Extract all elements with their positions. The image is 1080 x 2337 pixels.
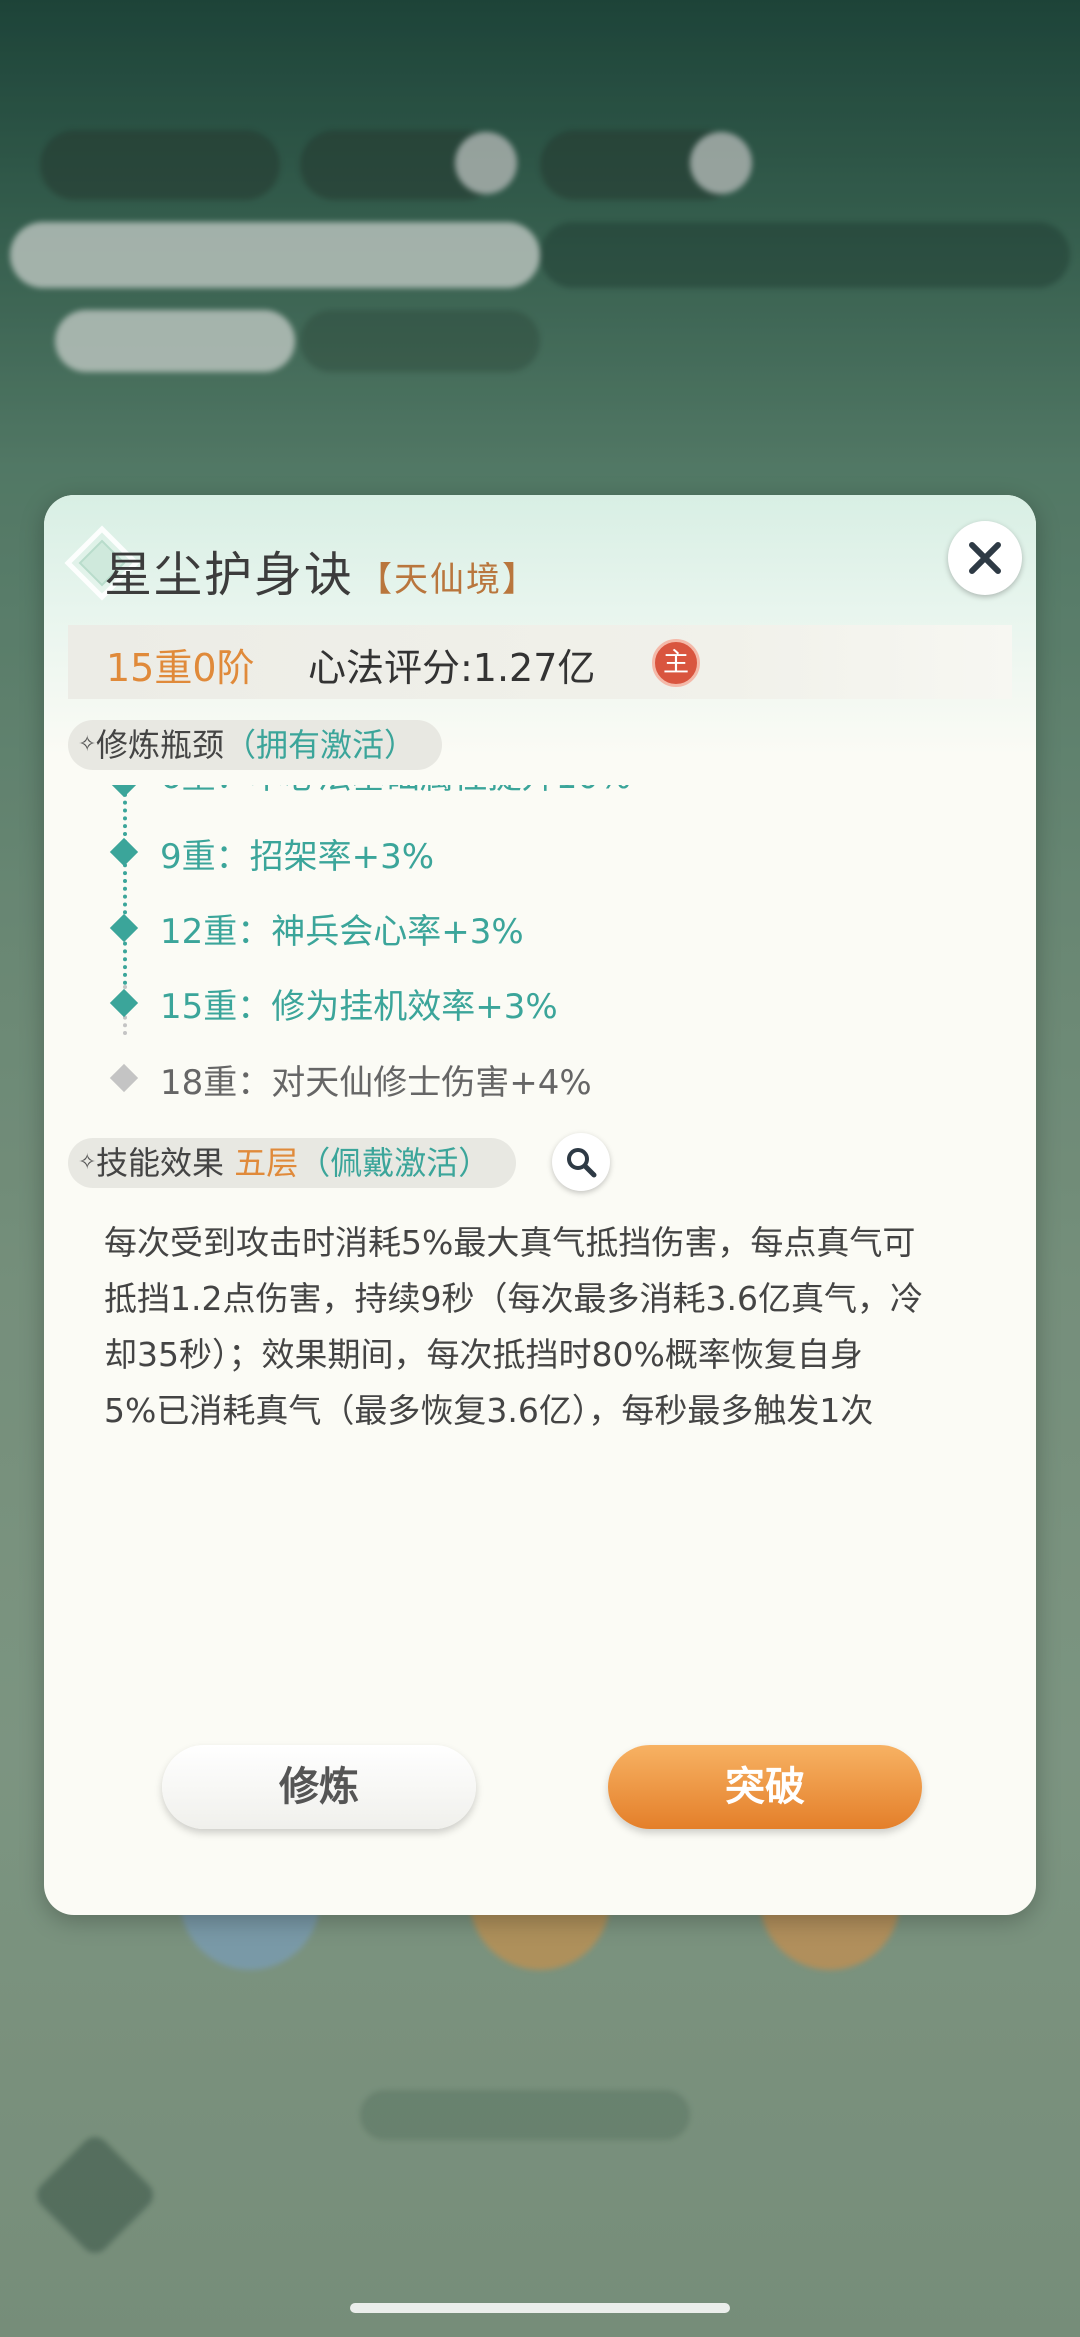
skill-label: 技能效果 (96, 1144, 225, 1182)
milestone-node (109, 837, 139, 867)
search-icon (567, 1148, 597, 1178)
description-line: 却35秒）；效果期间，每次抵挡时80%概率恢复自身 (104, 1335, 863, 1374)
milestone-node (109, 913, 139, 943)
skill-detail-button[interactable] (552, 1133, 610, 1191)
technique-level: 15重0阶 (106, 646, 255, 690)
description-line: 抵挡1.2点伤害，持续9秒（每次最多消耗3.6亿真气，冷 (104, 1279, 923, 1318)
bottleneck-section-header: ✧ 修炼瓶颈（拥有激活） (68, 720, 443, 770)
skill-layer: 五层 (234, 1144, 299, 1182)
milestone-item-locked: 18重：对天仙修士伤害+4% (160, 1063, 592, 1103)
milestone-item: 15重：修为挂机效率+3% (160, 987, 558, 1027)
milestone-node (109, 988, 139, 1018)
milestone-node (109, 785, 139, 798)
bottleneck-status: （拥有激活） (224, 726, 417, 764)
realm-label: 【天仙境】 (358, 560, 539, 600)
sparkle-icon: ✧ (78, 732, 97, 757)
skill-description: 每次受到攻击时消耗5%最大真气抵挡伤害，每点真气可 抵挡1.2点伤害，持续9秒（… (104, 1215, 1004, 1439)
milestone-node-locked (109, 1063, 139, 1093)
close-button[interactable] (948, 521, 1022, 595)
dialog-title: 星尘护身诀 【天仙境】 (104, 535, 538, 605)
home-indicator[interactable] (350, 2303, 730, 2313)
bottleneck-label: 修炼瓶颈 (96, 726, 225, 764)
technique-detail-dialog: 星尘护身诀 【天仙境】 15重0阶 心法评分:1.27亿 主 ✧ 修炼瓶颈（拥有激… (44, 495, 1036, 1915)
milestone-item: 6重：本心法基础属性提升10% (160, 785, 631, 798)
breakthrough-button[interactable]: 突破 (608, 1745, 922, 1829)
skill-status: （佩戴激活） (298, 1144, 491, 1182)
technique-score: 心法评分:1.27亿 (308, 646, 596, 690)
score-bar: 15重0阶 心法评分:1.27亿 主 (68, 625, 1012, 699)
description-line: 每次受到攻击时消耗5%最大真气抵挡伤害，每点真气可 (104, 1223, 916, 1262)
technique-name: 星尘护身诀 (104, 547, 355, 603)
timeline-line (123, 785, 127, 985)
main-badge: 主 (652, 639, 700, 687)
skill-section-header: ✧ 技能效果 五层（佩戴激活） (68, 1138, 517, 1188)
close-icon (969, 542, 1001, 574)
sparkle-icon: ✧ (78, 1150, 97, 1175)
milestone-item: 12重：神兵会心率+3% (160, 912, 524, 952)
description-line: 5%已消耗真气（最多恢复3.6亿），每秒最多触发1次 (104, 1391, 874, 1430)
train-button[interactable]: 修炼 (162, 1745, 476, 1829)
milestone-item: 9重：招架率+3% (160, 837, 435, 877)
